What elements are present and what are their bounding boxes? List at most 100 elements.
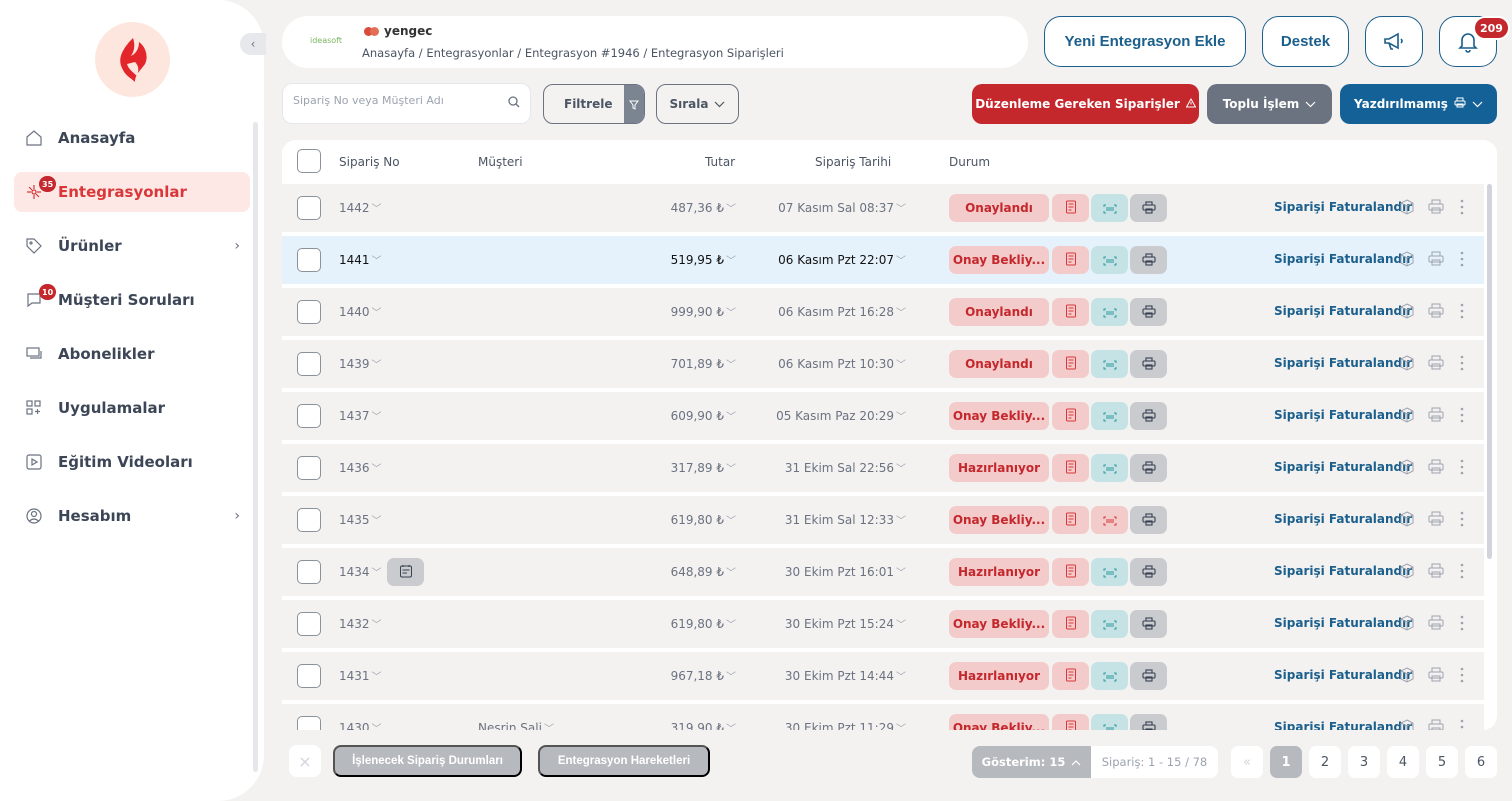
invoice-order-link[interactable]: Siparişi Faturalandır (1274, 304, 1412, 318)
more-vertical-icon[interactable] (1460, 354, 1464, 376)
status-badge[interactable]: Hazırlanıyor (949, 558, 1049, 586)
printer-icon[interactable] (1428, 563, 1444, 582)
total-cell[interactable]: 619,80 ₺ ﹀ (671, 512, 736, 527)
order-no-cell[interactable]: 1436 ﹀ (339, 460, 382, 475)
row-checkbox[interactable] (297, 508, 321, 532)
barcode-button[interactable] (1091, 194, 1128, 222)
package-icon[interactable] (1399, 407, 1415, 427)
invoice-order-link[interactable]: Siparişi Faturalandır (1274, 408, 1412, 422)
table-scrollbar[interactable] (1487, 184, 1492, 559)
package-icon[interactable] (1399, 459, 1415, 479)
package-icon[interactable] (1399, 199, 1415, 219)
sidebar-item-abonelikler[interactable]: Abonelikler (14, 334, 250, 374)
unprinted-filter-button[interactable]: Yazdırılmamış (1340, 84, 1497, 124)
table-row[interactable]: 1435 ﹀ 619,80 ₺ ﹀ 31 Ekim Sal 12:33 ﹀ Onay Bek… (282, 496, 1484, 544)
printer-icon[interactable] (1428, 719, 1444, 730)
page-button-5[interactable]: 5 (1426, 746, 1458, 778)
status-badge[interactable]: Hazırlanıyor (949, 454, 1049, 482)
print-label-button[interactable] (1130, 610, 1167, 638)
print-label-button[interactable] (1130, 402, 1167, 430)
package-icon[interactable] (1399, 719, 1415, 730)
sidebar-item-entegrasyonlar[interactable]: Entegrasyonlar 35 (14, 172, 250, 212)
printer-icon[interactable] (1428, 199, 1444, 218)
order-no-cell[interactable]: 1441 ﹀ (339, 252, 382, 267)
page-button-1[interactable]: 1 (1270, 746, 1302, 778)
sidebar-item-anasayfa[interactable]: Anasayfa (14, 118, 250, 158)
header-order-date[interactable]: Sipariş Tarihi (815, 155, 891, 169)
order-no-cell[interactable]: 1430 ﹀ (339, 720, 382, 730)
header-total[interactable]: Tutar (705, 155, 735, 169)
invoice-order-link[interactable]: Siparişi Faturalandır (1274, 252, 1412, 266)
row-checkbox[interactable] (297, 664, 321, 688)
order-statuses-button[interactable]: İşlenecek Sipariş Durumları (333, 745, 522, 777)
barcode-button[interactable] (1091, 350, 1128, 378)
needs-edit-orders-button[interactable]: Düzenleme Gereken Siparişler (972, 84, 1199, 124)
row-checkbox[interactable] (297, 456, 321, 480)
customer-cell[interactable]: Nesrin Sali ﹀ (478, 720, 554, 730)
search-input[interactable] (293, 94, 503, 107)
sort-button[interactable]: Sırala (656, 84, 739, 124)
package-icon[interactable] (1399, 251, 1415, 271)
integration-moves-button[interactable]: Entegrasyon Hareketleri (538, 745, 710, 777)
header-order-no[interactable]: Sipariş No (339, 155, 400, 169)
more-vertical-icon[interactable] (1460, 302, 1464, 324)
invoice-doc-button[interactable] (1052, 350, 1089, 378)
invoice-doc-button[interactable] (1052, 506, 1089, 534)
sidebar-item-ürünler[interactable]: Ürünler › (14, 226, 250, 266)
total-cell[interactable]: 319,90 ₺ ﹀ (671, 720, 736, 730)
invoice-doc-button[interactable] (1052, 610, 1089, 638)
page-size-select[interactable]: Gösterim: 15 (972, 746, 1091, 778)
row-checkbox[interactable] (297, 196, 321, 220)
printer-icon[interactable] (1428, 615, 1444, 634)
order-no-cell[interactable]: 1440 ﹀ (339, 304, 382, 319)
barcode-button[interactable] (1091, 610, 1128, 638)
header-status[interactable]: Durum (949, 155, 990, 169)
table-row[interactable]: 1430 ﹀ Nesrin Sali ﹀ 319,90 ₺ ﹀ 30 Ekim Pzt 11… (282, 704, 1484, 730)
new-integration-button[interactable]: Yeni Entegrasyon Ekle (1044, 16, 1246, 67)
breadcrumb[interactable]: Anasayfa / Entegrasyonlar / Entegrasyon … (362, 46, 784, 60)
table-row[interactable]: 1439 ﹀ 701,89 ₺ ﹀ 06 Kasım Pzt 10:30 ﹀ Onaylan… (282, 340, 1484, 388)
barcode-button[interactable] (1091, 402, 1128, 430)
printer-icon[interactable] (1428, 355, 1444, 374)
total-cell[interactable]: 701,89 ₺ ﹀ (671, 356, 736, 371)
page-button-3[interactable]: 3 (1348, 746, 1380, 778)
status-badge[interactable]: Onay Bekliy... (949, 246, 1049, 274)
printer-icon[interactable] (1428, 407, 1444, 426)
order-no-cell[interactable]: 1437 ﹀ (339, 408, 382, 423)
more-vertical-icon[interactable] (1460, 458, 1464, 480)
invoice-order-link[interactable]: Siparişi Faturalandır (1274, 356, 1412, 370)
table-row[interactable]: 1432 ﹀ 619,80 ₺ ﹀ 30 Ekim Pzt 15:24 ﹀ Onay Bek… (282, 600, 1484, 648)
invoice-doc-button[interactable] (1052, 298, 1089, 326)
row-checkbox[interactable] (297, 248, 321, 272)
order-no-cell[interactable]: 1432 ﹀ (339, 616, 382, 631)
date-cell[interactable]: 05 Kasım Paz 20:29 ﹀ (776, 408, 906, 423)
package-icon[interactable] (1399, 355, 1415, 375)
print-label-button[interactable] (1130, 454, 1167, 482)
invoice-order-link[interactable]: Siparişi Faturalandır (1274, 720, 1412, 730)
table-row[interactable]: 1437 ﹀ 609,90 ₺ ﹀ 05 Kasım Paz 20:29 ﹀ Onay Be… (282, 392, 1484, 440)
sidebar-item-eğitim-videoları[interactable]: Eğitim Videoları (14, 442, 250, 482)
invoice-order-link[interactable]: Siparişi Faturalandır (1274, 616, 1412, 630)
total-cell[interactable]: 609,90 ₺ ﹀ (671, 408, 736, 423)
barcode-button[interactable] (1091, 558, 1128, 586)
row-checkbox[interactable] (297, 352, 321, 376)
invoice-order-link[interactable]: Siparişi Faturalandır (1274, 564, 1412, 578)
date-cell[interactable]: 30 Ekim Pzt 16:01 ﹀ (785, 564, 906, 579)
total-cell[interactable]: 317,89 ₺ ﹀ (671, 460, 736, 475)
announcement-button[interactable] (1365, 16, 1423, 67)
date-cell[interactable]: 31 Ekim Sal 22:56 ﹀ (785, 460, 906, 475)
invoice-doc-button[interactable] (1052, 246, 1089, 274)
more-vertical-icon[interactable] (1460, 198, 1464, 220)
printer-icon[interactable] (1428, 667, 1444, 686)
sidebar-item-müşteri-soruları[interactable]: Müşteri Soruları 10 (14, 280, 250, 320)
page-button-6[interactable]: 6 (1465, 746, 1497, 778)
print-label-button[interactable] (1130, 350, 1167, 378)
support-button[interactable]: Destek (1262, 16, 1349, 67)
invoice-order-link[interactable]: Siparişi Faturalandır (1274, 460, 1412, 474)
row-checkbox[interactable] (297, 560, 321, 584)
app-logo[interactable] (95, 22, 170, 97)
print-label-button[interactable] (1130, 558, 1167, 586)
printer-icon[interactable] (1428, 511, 1444, 530)
package-icon[interactable] (1399, 563, 1415, 583)
invoice-doc-button[interactable] (1052, 714, 1089, 730)
